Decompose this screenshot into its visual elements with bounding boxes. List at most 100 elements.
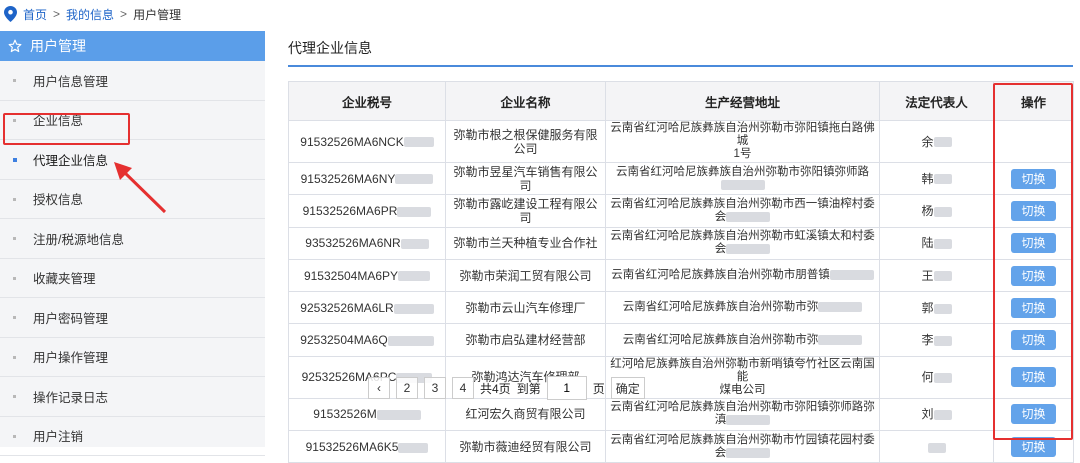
redacted-mask (398, 442, 429, 453)
cell-address: 云南省红河哈尼族彝族自治州弥勒市弥 (605, 323, 880, 357)
legal-rep-text: 余 (921, 134, 934, 149)
cell-action: 切换 (993, 291, 1074, 325)
sidebar-item-deregister[interactable]: 用户注销 (0, 417, 265, 456)
sidebar-title: 用户管理 (30, 38, 86, 54)
redacted-mask (398, 271, 431, 282)
pager-page-unit: 页 (592, 381, 605, 396)
cell-company-name: 弥勒市荣润工贸有限公司 (445, 258, 606, 293)
cell-address: 红河哈尼族彝族自治州弥勒市新哨镇夸竹社区云南国能 煤电公司 (605, 355, 880, 399)
redacted-mask (400, 239, 429, 250)
sidebar-item-label: 用户操作管理 (33, 351, 109, 366)
annotation-arrow-icon (114, 162, 167, 214)
cell-action: 切换 (993, 161, 1074, 196)
redacted-mask (818, 334, 863, 345)
switch-button[interactable]: 切换 (1011, 168, 1056, 189)
tax-id-text: 91532526MA6PR (302, 203, 398, 218)
address-text-line2: 1号 (733, 148, 752, 160)
switch-button[interactable]: 切换 (1011, 233, 1056, 254)
pager-page-input[interactable] (546, 376, 587, 400)
switch-button[interactable]: 切换 (1011, 200, 1056, 221)
redacted-mask (933, 410, 952, 421)
tax-id-text: 92532526MA6LR (300, 300, 394, 315)
cell-address: 云南省红河哈尼族彝族自治州弥勒市弥阳镇弥师路弥滇 (605, 397, 880, 432)
pagination: ‹ 2 3 4 共4页 到第 页 确定 (368, 375, 645, 401)
pager-page-4[interactable]: 4 (452, 377, 474, 399)
sidebar-item-user-info[interactable]: 用户信息管理 (0, 61, 265, 101)
cell-tax-id: 91532526MA6NCK (288, 120, 446, 163)
table-row: 91532526M 红河宏久商贸有限公司 云南省红河哈尼族彝族自治州弥勒市弥阳镇弥师… (288, 397, 1074, 432)
switch-button[interactable]: 切换 (1011, 367, 1056, 388)
highlight-box-sidebar (3, 113, 130, 145)
pager-page-3[interactable]: 3 (424, 377, 446, 399)
cell-legal-rep: 郭 (879, 291, 994, 325)
address-text: 云南省红河哈尼族彝族自治州弥勒市朋普镇 (611, 269, 830, 282)
legal-rep-text: 陆 (921, 236, 934, 251)
sidebar-item-logs[interactable]: 操作记录日志 (0, 377, 265, 417)
cell-action: 切换 (993, 194, 1074, 228)
redacted-mask (933, 206, 952, 217)
redacted-mask (933, 271, 952, 282)
sidebar-header[interactable]: 用户管理 (0, 31, 265, 61)
sidebar-item-label: 授权信息 (33, 193, 84, 208)
col-action: 操作 (993, 81, 1074, 121)
table-header-row: 企业税号 企业名称 生产经营地址 法定代表人 操作 (288, 81, 1074, 121)
sidebar-item-password[interactable]: 用户密码管理 (0, 298, 265, 338)
tax-id-text: 92532504MA6Q (300, 333, 388, 348)
cell-address: 云南省红河哈尼族彝族自治州弥勒市弥阳镇弥师路 (605, 161, 880, 196)
redacted-mask (726, 211, 771, 222)
tax-id-text: 91532504MA6PY (303, 268, 399, 283)
tax-id-text: 91532526MA6NY (300, 171, 396, 186)
agent-company-table: 企业税号 企业名称 生产经营地址 法定代表人 操作 91532526MA6NCK… (288, 81, 1074, 463)
breadcrumb-my-info-link[interactable]: 我的信息 (66, 6, 114, 23)
pager-total: 共4页 (480, 381, 511, 396)
legal-rep-text: 王 (921, 268, 934, 283)
col-company-name: 企业名称 (445, 81, 606, 121)
cell-address: 云南省红河哈尼族彝族自治州弥勒市虹溪镇太和村委会 (605, 226, 880, 260)
switch-button[interactable]: 切换 (1011, 265, 1056, 286)
redacted-mask (397, 206, 432, 217)
table-row: 91532526MA6NY 弥勒市昱星汽车销售有限公司 云南省红河哈尼族彝族自治州弥… (288, 161, 1074, 196)
sidebar-item-registration[interactable]: 注册/税源地信息 (0, 219, 265, 259)
cell-tax-id: 93532526MA6NR (288, 226, 446, 260)
redacted-mask (395, 174, 434, 185)
pager-page-2[interactable]: 2 (396, 377, 418, 399)
bullet-icon (13, 395, 16, 399)
switch-button[interactable]: 切换 (1011, 297, 1056, 318)
sidebar-item-operations[interactable]: 用户操作管理 (0, 338, 265, 377)
address-text: 云南省红河哈尼族彝族自治州弥勒市弥 (622, 301, 819, 314)
cell-legal-rep: 余 (879, 120, 994, 163)
breadcrumb-current: 用户管理 (133, 7, 182, 22)
breadcrumb-home-link[interactable]: 首页 (23, 6, 47, 23)
cell-company-name: 弥勒市云山汽车修理厂 (445, 291, 606, 325)
bullet-icon (13, 197, 16, 201)
legal-rep-text: 韩 (921, 171, 934, 186)
sidebar-item-label: 用户密码管理 (33, 311, 109, 326)
switch-button[interactable]: 切换 (1011, 404, 1056, 425)
breadcrumb: 首页 > 我的信息 > 用户管理 (4, 4, 181, 24)
redacted-mask (726, 447, 771, 458)
pager-confirm-button[interactable]: 确定 (610, 377, 645, 399)
cell-legal-rep: 陆 (879, 226, 994, 260)
redacted-mask (933, 335, 952, 346)
cell-address: 云南省红河哈尼族彝族自治州弥勒市朋普镇 (605, 258, 880, 293)
col-tax-id: 企业税号 (288, 81, 446, 121)
cell-company-name: 红河宏久商贸有限公司 (445, 397, 606, 432)
cell-address: 云南省红河哈尼族彝族自治州弥勒市弥阳镇拖白路佛城 1号 (605, 120, 880, 163)
bullet-icon (13, 237, 16, 241)
cell-tax-id: 91532526MA6NY (288, 161, 446, 196)
cell-address: 云南省红河哈尼族彝族自治州弥勒市西一镇油榨村委会 (605, 194, 880, 228)
sidebar-item-label: 代理企业信息 (33, 153, 109, 168)
cell-action: 切换 (993, 397, 1074, 432)
pager-prev-icon[interactable]: ‹ (368, 377, 390, 399)
bullet-icon (13, 276, 16, 280)
redacted-mask (933, 239, 952, 250)
redacted-mask (387, 335, 434, 346)
switch-button[interactable]: 切换 (1011, 330, 1056, 351)
sidebar-item-favorites[interactable]: 收藏夹管理 (0, 259, 265, 298)
cell-legal-rep: 李 (879, 323, 994, 357)
bullet-icon (13, 434, 16, 438)
sidebar-item-label: 收藏夹管理 (33, 272, 96, 287)
cell-action: 切换 (993, 323, 1074, 357)
address-text: 云南省红河哈尼族彝族自治州弥勒市弥 (622, 333, 819, 346)
tax-id-text: 91532526M (313, 407, 377, 422)
